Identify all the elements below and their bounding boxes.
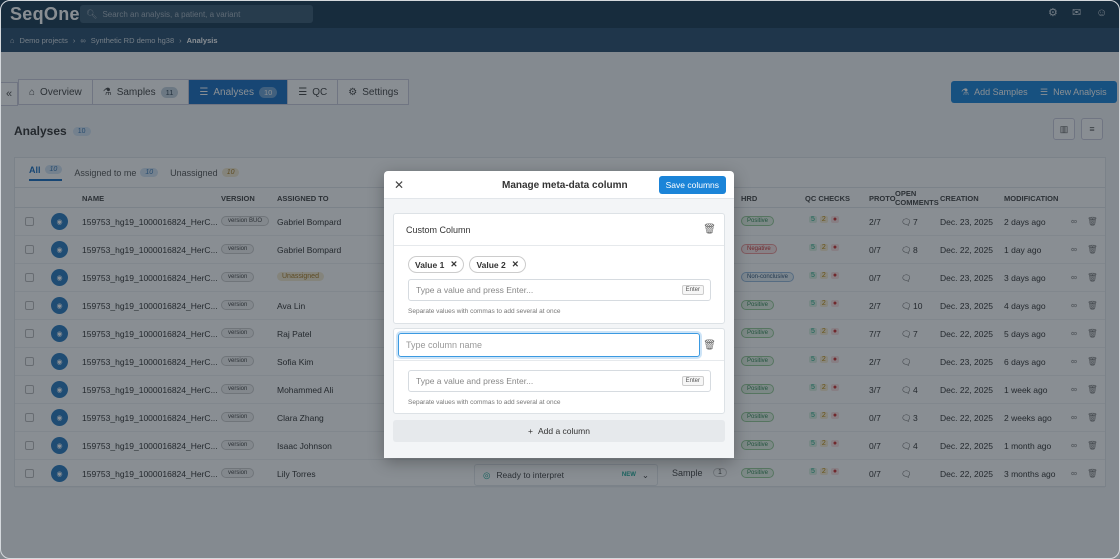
modal-header: ✕ Manage meta-data column Save columns (384, 171, 734, 199)
value-chips: Value 1 ✕ Value 2 ✕ (408, 256, 526, 273)
column-title[interactable]: Custom Column (406, 225, 471, 235)
enter-key-hint: Enter (681, 376, 704, 386)
close-icon[interactable]: ✕ (512, 259, 519, 270)
column-card: Type column name 🗑︎ Type a value and pre… (393, 328, 725, 414)
value-input[interactable]: Type a value and press Enter... Enter (408, 370, 711, 392)
add-column-button[interactable]: + Add a column (393, 420, 725, 442)
value-chip: Value 2 ✕ (469, 256, 526, 273)
column-name-input[interactable]: Type column name (398, 333, 700, 357)
help-text: Separate values with commas to add sever… (408, 399, 561, 406)
close-icon[interactable]: ✕ (394, 178, 404, 192)
help-text: Separate values with commas to add sever… (408, 308, 561, 315)
enter-key-hint: Enter (681, 285, 704, 295)
column-card: Custom Column 🗑︎ Value 1 ✕ Value 2 ✕ Type … (393, 213, 725, 324)
manage-metadata-modal: ✕ Manage meta-data column Save columns C… (384, 171, 734, 458)
save-columns-button[interactable]: Save columns (658, 176, 726, 194)
value-input[interactable]: Type a value and press Enter... Enter (408, 279, 711, 301)
plus-icon: + (528, 426, 533, 436)
trash-icon[interactable]: 🗑︎ (703, 340, 716, 351)
modal-body: Custom Column 🗑︎ Value 1 ✕ Value 2 ✕ Type … (384, 199, 734, 458)
trash-icon[interactable]: 🗑︎ (703, 224, 716, 235)
value-chip: Value 1 ✕ (408, 256, 465, 273)
modal-title: Manage meta-data column (502, 180, 628, 191)
close-icon[interactable]: ✕ (450, 259, 457, 270)
